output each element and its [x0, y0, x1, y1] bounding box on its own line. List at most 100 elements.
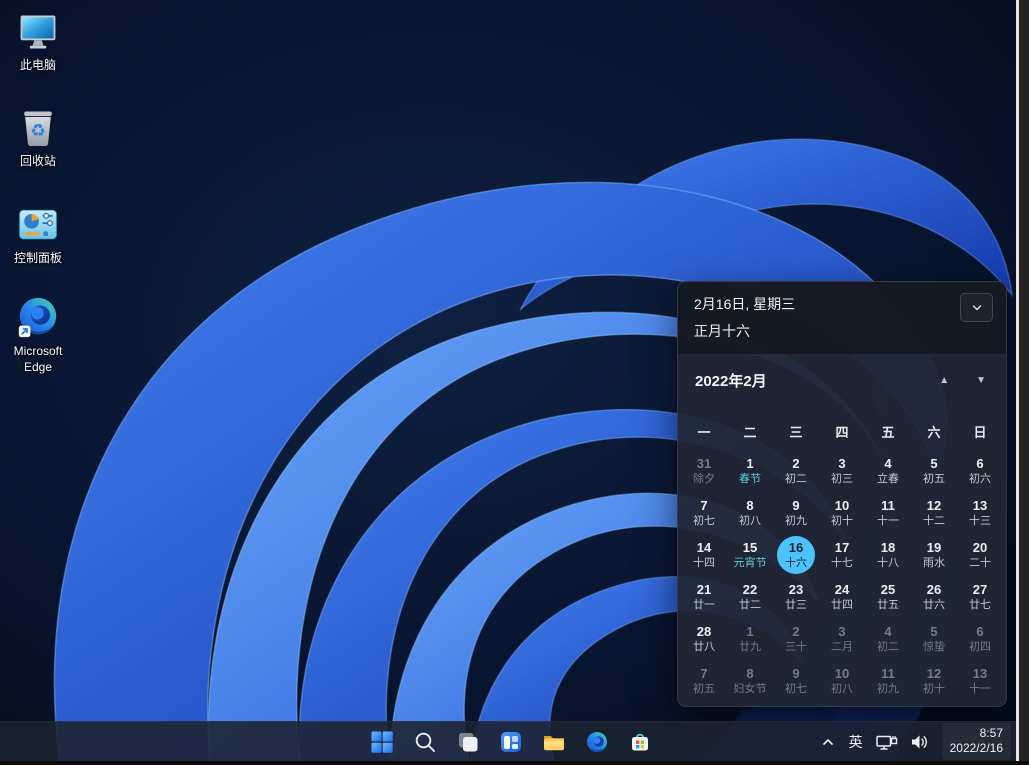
calendar-day-cell[interactable]: 1廿九: [727, 618, 773, 660]
tray-overflow-button[interactable]: [820, 734, 836, 750]
calendar-day-cell[interactable]: 2初二: [773, 450, 819, 492]
calendar-day-cell[interactable]: 26廿六: [911, 576, 957, 618]
microsoft-store-button[interactable]: [618, 722, 661, 761]
calendar-day-cell[interactable]: 22廿二: [727, 576, 773, 618]
calendar-grid: 31除夕1春节2初二3初三4立春5初五6初六7初七8初八9初九10初十11十一1…: [678, 450, 1006, 702]
system-tray: 英 8:57 2022/2/: [820, 722, 1011, 761]
calendar-day-cell[interactable]: 28廿八: [681, 618, 727, 660]
calendar-month-title[interactable]: 2022年2月: [695, 370, 767, 391]
file-explorer-button[interactable]: [532, 722, 575, 761]
calendar-day-cell[interactable]: 4初二: [865, 618, 911, 660]
taskbar-center-icons: [360, 722, 661, 761]
calendar-date-text: 2月16日, 星期三: [694, 294, 990, 314]
widgets-button[interactable]: [489, 722, 532, 761]
calendar-day-cell[interactable]: 5初五: [911, 450, 957, 492]
calendar-day-cell[interactable]: 19雨水: [911, 534, 957, 576]
calendar-next-month-icon[interactable]: ▼: [976, 375, 986, 386]
calendar-flyout: 2月16日, 星期三 正月十六 2022年2月 ▲ ▼ 一二三四五六日 31除夕…: [677, 281, 1007, 707]
this-pc-icon: [15, 9, 61, 55]
chevron-up-icon: [820, 734, 836, 750]
desktop-icon-recycle-bin[interactable]: ♻ 回收站: [4, 105, 72, 170]
weekday-label: 二: [727, 422, 773, 441]
calendar-day-cell[interactable]: 7初五: [681, 660, 727, 702]
calendar-day-cell[interactable]: 5惊蛰: [911, 618, 957, 660]
task-view-icon: [456, 730, 480, 754]
microsoft-edge-icon: [15, 295, 61, 341]
calendar-day-cell[interactable]: 9初七: [773, 660, 819, 702]
calendar-day-cell[interactable]: 31除夕: [681, 450, 727, 492]
svg-text:♻: ♻: [30, 121, 46, 141]
network-button[interactable]: [876, 733, 898, 751]
desktop-icon-label: 控制面板: [14, 251, 62, 267]
calendar-day-cell[interactable]: 6初四: [957, 618, 1003, 660]
calendar-day-cell[interactable]: 3二月: [819, 618, 865, 660]
clock-time: 8:57: [950, 726, 1003, 741]
widgets-icon: [499, 730, 523, 754]
desktop-icon-label: 回收站: [20, 154, 56, 170]
clock-date: 2022/2/16: [950, 741, 1003, 756]
calendar-day-cell[interactable]: 4立春: [865, 450, 911, 492]
taskbar: 英 8:57 2022/2/: [0, 721, 1029, 761]
calendar-header: 2月16日, 星期三 正月十六: [678, 282, 1006, 355]
calendar-day-cell[interactable]: 7初七: [681, 492, 727, 534]
desktop-icon-label: Microsoft Edge: [4, 344, 72, 375]
calendar-day-cell[interactable]: 18十八: [865, 534, 911, 576]
speaker-icon: [911, 734, 929, 750]
ime-language-indicator[interactable]: 英: [849, 732, 863, 752]
file-explorer-icon: [542, 730, 566, 754]
recycle-bin-icon: ♻: [15, 105, 61, 151]
calendar-day-cell[interactable]: 13十一: [957, 660, 1003, 702]
ethernet-network-icon: [876, 733, 898, 751]
screen-bottom-edge-border: [0, 761, 1029, 765]
calendar-month-row: 2022年2月 ▲ ▼: [678, 355, 1006, 395]
calendar-day-cell-selected[interactable]: 16十六: [773, 534, 819, 576]
calendar-day-cell[interactable]: 10初十: [819, 492, 865, 534]
calendar-day-cell[interactable]: 23廿三: [773, 576, 819, 618]
calendar-day-cell[interactable]: 12十二: [911, 492, 957, 534]
calendar-day-cell[interactable]: 14十四: [681, 534, 727, 576]
weekday-label: 五: [865, 422, 911, 441]
microsoft-store-icon: [628, 730, 652, 754]
calendar-day-cell[interactable]: 6初六: [957, 450, 1003, 492]
start-button[interactable]: [360, 722, 403, 761]
volume-button[interactable]: [911, 734, 929, 750]
desktop-icon-this-pc[interactable]: 此电脑: [4, 9, 72, 74]
calendar-day-cell[interactable]: 25廿五: [865, 576, 911, 618]
weekday-label: 日: [957, 422, 1003, 441]
calendar-day-cell[interactable]: 12初十: [911, 660, 957, 702]
calendar-day-cell[interactable]: 9初九: [773, 492, 819, 534]
edge-taskbar-button[interactable]: [575, 722, 618, 761]
weekday-label: 三: [773, 422, 819, 441]
calendar-day-cell[interactable]: 8妇女节: [727, 660, 773, 702]
microsoft-edge-icon: [585, 730, 609, 754]
calendar-day-cell[interactable]: 1春节: [727, 450, 773, 492]
calendar-day-cell[interactable]: 27廿七: [957, 576, 1003, 618]
desktop-icon-microsoft-edge[interactable]: Microsoft Edge: [4, 295, 72, 375]
calendar-day-cell[interactable]: 15元宵节: [727, 534, 773, 576]
calendar-collapse-button[interactable]: [960, 293, 993, 322]
calendar-lunar-text: 正月十六: [694, 321, 990, 341]
calendar-prev-month-icon[interactable]: ▲: [939, 375, 949, 386]
desktop-icon-control-panel[interactable]: 控制面板: [4, 202, 72, 267]
calendar-day-cell[interactable]: 21廿一: [681, 576, 727, 618]
weekday-label: 一: [681, 422, 727, 441]
calendar-day-cell[interactable]: 24廿四: [819, 576, 865, 618]
calendar-day-cell[interactable]: 10初八: [819, 660, 865, 702]
calendar-day-cell[interactable]: 17十七: [819, 534, 865, 576]
calendar-day-cell[interactable]: 3初三: [819, 450, 865, 492]
calendar-day-cell[interactable]: 2三十: [773, 618, 819, 660]
search-button[interactable]: [403, 722, 446, 761]
weekday-label: 六: [911, 422, 957, 441]
search-icon: [413, 730, 437, 754]
calendar-day-cell[interactable]: 11初九: [865, 660, 911, 702]
weekday-row: 一二三四五六日: [678, 422, 1006, 441]
task-view-button[interactable]: [446, 722, 489, 761]
calendar-day-cell[interactable]: 8初八: [727, 492, 773, 534]
calendar-day-cell[interactable]: 13十三: [957, 492, 1003, 534]
calendar-day-cell[interactable]: 20二十: [957, 534, 1003, 576]
calendar-day-cell[interactable]: 11十一: [865, 492, 911, 534]
desktop-icon-label: 此电脑: [20, 58, 56, 74]
taskbar-clock[interactable]: 8:57 2022/2/16: [942, 723, 1011, 760]
windows-desktop: 此电脑 ♻ 回收站: [0, 0, 1029, 765]
windows-start-icon: [370, 730, 394, 754]
